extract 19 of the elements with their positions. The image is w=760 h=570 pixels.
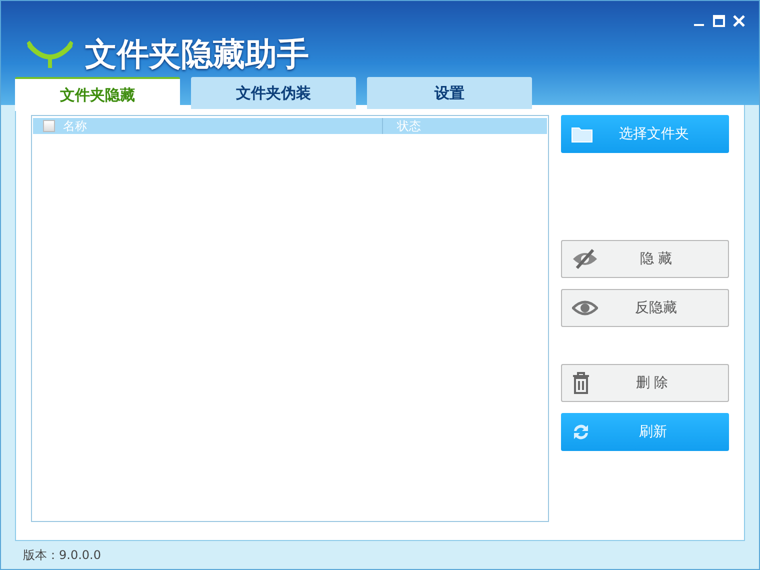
tab[interactable]: 文件夹伪装 [191,77,356,109]
tab[interactable]: 文件夹隐藏 [15,77,180,111]
close-icon[interactable] [733,15,745,27]
action-button[interactable]: 隐 藏 [561,240,729,278]
action-button[interactable]: 删 除 [561,364,729,402]
eye-icon [572,300,598,316]
crossed-eye-icon [572,248,598,270]
eyelash-logo-icon [27,40,73,70]
folder-icon [571,125,593,143]
column-header: 名称 [63,118,88,134]
select-all-checkbox[interactable] [43,120,55,132]
column-header: 状态 [382,118,547,134]
tab[interactable]: 设置 [367,77,532,109]
version-label: 版本：9.0.0.0 [23,546,101,564]
refresh-icon [571,422,591,442]
app-title: 文件夹隐藏助手 [85,34,309,75]
trash-icon [572,372,590,394]
action-button[interactable]: 反隐藏 [561,289,729,327]
maximize-icon[interactable] [713,15,725,27]
